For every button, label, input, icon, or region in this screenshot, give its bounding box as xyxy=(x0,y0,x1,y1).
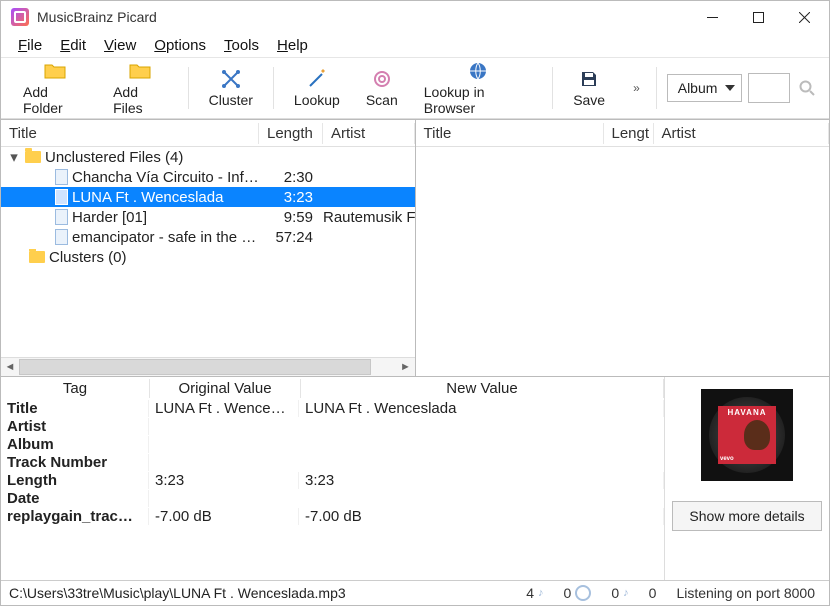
folder-open-icon xyxy=(44,60,66,82)
menu-view[interactable]: View xyxy=(97,36,143,55)
note-icon: ♪ xyxy=(538,587,544,599)
note-icon: ♪ xyxy=(623,587,629,599)
minimize-button[interactable] xyxy=(689,1,735,33)
metadata-rows: TitleLUNA Ft . Wencesl…LUNA Ft . Wencesl… xyxy=(1,399,664,580)
combo-value: Album xyxy=(678,80,718,96)
search-button[interactable] xyxy=(796,77,817,99)
audio-file-icon xyxy=(55,189,68,205)
scroll-thumb[interactable] xyxy=(19,359,371,375)
status-albums: 0 xyxy=(558,585,598,601)
col-length[interactable]: Length xyxy=(259,123,323,144)
scroll-left-icon[interactable]: ◄ xyxy=(1,358,19,376)
menu-tools[interactable]: Tools xyxy=(217,36,266,55)
meta-row: TitleLUNA Ft . Wencesl…LUNA Ft . Wencesl… xyxy=(1,399,664,417)
metadata-panel: Tag Original Value New Value TitleLUNA F… xyxy=(1,376,829,580)
menu-file[interactable]: File xyxy=(11,36,49,55)
show-more-details-button[interactable]: Show more details xyxy=(672,501,822,531)
col-length[interactable]: Lengt xyxy=(604,123,654,144)
window-title: MusicBrainz Picard xyxy=(37,9,157,25)
scroll-right-icon[interactable]: ► xyxy=(397,358,415,376)
save-icon xyxy=(580,68,598,90)
status-bar: C:\Users\33tre\Music\play\LUNA Ft . Wenc… xyxy=(1,580,829,605)
tree-file[interactable]: Harder [01] 9:59 Rautemusik F xyxy=(1,207,415,227)
search-input[interactable] xyxy=(748,73,790,103)
meta-row: replaygain_trac…-7.00 dB-7.00 dB xyxy=(1,507,664,525)
audio-file-icon xyxy=(55,229,68,245)
cluster-icon xyxy=(221,68,241,90)
lookup-browser-button[interactable]: Lookup in Browser xyxy=(414,58,542,118)
left-pane: Title Length Artist ▾Unclustered Files (… xyxy=(1,120,416,376)
cover-art[interactable]: HAVANA vevo xyxy=(701,389,793,481)
tree-group-clusters[interactable]: Clusters (0) xyxy=(1,247,415,267)
toolbar-label: Lookup in Browser xyxy=(424,84,532,116)
album-tree xyxy=(416,147,830,376)
audio-file-icon xyxy=(55,209,68,225)
col-artist[interactable]: Artist xyxy=(323,123,415,144)
meta-col-new[interactable]: New Value xyxy=(301,379,664,398)
menu-edit[interactable]: Edit xyxy=(53,36,93,55)
scan-button[interactable]: Scan xyxy=(356,66,408,110)
menu-help[interactable]: Help xyxy=(270,36,315,55)
toolbar-overflow[interactable]: » xyxy=(627,81,646,95)
cover-title: HAVANA xyxy=(718,408,776,417)
left-scrollbar[interactable]: ◄ ► xyxy=(1,357,415,376)
maximize-button[interactable] xyxy=(735,1,781,33)
tree-file-selected[interactable]: LUNA Ft . Wenceslada 3:23 xyxy=(1,187,415,207)
status-pending-requests: 0 xyxy=(643,585,663,601)
col-title[interactable]: Title xyxy=(1,123,259,144)
add-folder-button[interactable]: Add Folder xyxy=(13,58,97,118)
fingerprint-icon xyxy=(372,68,392,90)
meta-col-original[interactable]: Original Value xyxy=(150,379,301,398)
right-columns: Title Lengt Artist xyxy=(416,120,830,147)
status-pending-files: 0♪ xyxy=(605,585,634,601)
close-button[interactable] xyxy=(781,1,827,33)
meta-row: Artist xyxy=(1,417,664,435)
meta-col-tag[interactable]: Tag xyxy=(1,379,150,398)
toolbar-label: Lookup xyxy=(294,92,340,108)
save-button[interactable]: Save xyxy=(563,66,615,110)
cluster-button[interactable]: Cluster xyxy=(199,66,263,110)
tree-group-unclustered[interactable]: ▾Unclustered Files (4) xyxy=(1,147,415,167)
toolbar-label: Add Files xyxy=(113,84,168,116)
wand-icon xyxy=(307,68,327,90)
search-type-combo[interactable]: Album xyxy=(667,74,743,102)
cd-icon xyxy=(575,585,591,601)
cover-art-panel: HAVANA vevo Show more details xyxy=(664,377,829,580)
toolbar-label: Scan xyxy=(366,92,398,108)
status-listening: Listening on port 8000 xyxy=(670,585,821,601)
tree-file[interactable]: Chancha Vía Circuito - Inf… 2:30 xyxy=(1,167,415,187)
tree-file[interactable]: emancipator - safe in the … 57:24 xyxy=(1,227,415,247)
right-pane: Title Lengt Artist xyxy=(416,120,830,376)
status-files: 4♪ xyxy=(520,585,549,601)
left-columns: Title Length Artist xyxy=(1,120,415,147)
folder-icon xyxy=(29,251,45,263)
lookup-button[interactable]: Lookup xyxy=(284,66,350,110)
meta-row: Length3:233:23 xyxy=(1,471,664,489)
chevron-down-icon xyxy=(725,85,735,91)
meta-row: Album xyxy=(1,435,664,453)
app-icon xyxy=(11,8,29,26)
audio-file-icon xyxy=(55,169,68,185)
title-bar: MusicBrainz Picard xyxy=(1,1,829,33)
meta-row: Track Number xyxy=(1,453,664,471)
toolbar: Add Folder Add Files Cluster Lookup Scan… xyxy=(1,57,829,119)
col-artist[interactable]: Artist xyxy=(654,123,830,144)
status-path: C:\Users\33tre\Music\play\LUNA Ft . Wenc… xyxy=(9,585,512,601)
folder-icon xyxy=(129,60,151,82)
toolbar-label: Save xyxy=(573,92,605,108)
toolbar-label: Cluster xyxy=(209,92,253,108)
cover-badge: vevo xyxy=(720,456,734,462)
col-title[interactable]: Title xyxy=(416,123,604,144)
toolbar-label: Add Folder xyxy=(23,84,87,116)
menu-bar: File Edit View Options Tools Help xyxy=(1,33,829,57)
add-files-button[interactable]: Add Files xyxy=(103,58,178,118)
disclosure-icon[interactable]: ▾ xyxy=(7,148,21,166)
globe-icon xyxy=(469,60,487,82)
folder-icon xyxy=(25,151,41,163)
meta-row: Date xyxy=(1,489,664,507)
menu-options[interactable]: Options xyxy=(147,36,213,55)
file-tree: ▾Unclustered Files (4) Chancha Vía Circu… xyxy=(1,147,415,357)
